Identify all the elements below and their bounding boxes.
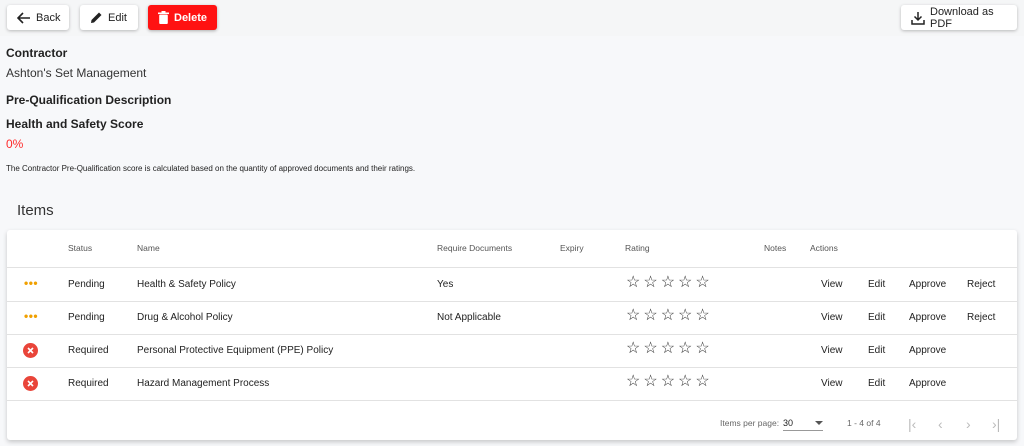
- table-row: ••• Pending Health & Safety Policy Yes ☆…: [7, 269, 1017, 302]
- star-icon[interactable]: ☆: [678, 308, 692, 324]
- pending-dots-icon: •••: [24, 309, 39, 323]
- row-name: Health & Safety Policy: [137, 279, 236, 290]
- next-page-icon[interactable]: ›: [966, 416, 971, 432]
- hs-score-label: Health and Safety Score: [6, 117, 144, 131]
- view-button[interactable]: View: [821, 378, 843, 389]
- rating-stars: ☆ ☆ ☆ ☆ ☆: [626, 374, 710, 390]
- first-page-icon[interactable]: |‹: [908, 416, 916, 432]
- table-row: Required Hazard Management Process ☆ ☆ ☆ ☆ ☆…: [7, 368, 1017, 401]
- star-icon[interactable]: ☆: [643, 308, 657, 324]
- approve-button[interactable]: Approve: [909, 312, 946, 323]
- approve-button[interactable]: Approve: [909, 378, 946, 389]
- star-icon[interactable]: ☆: [626, 341, 640, 357]
- approve-button[interactable]: Approve: [909, 279, 946, 290]
- contractor-value: Ashton's Set Management: [6, 66, 147, 80]
- edit-row-button[interactable]: Edit: [868, 378, 885, 389]
- edit-row-button[interactable]: Edit: [868, 345, 885, 356]
- download-pdf-button[interactable]: Download as PDF: [901, 5, 1017, 30]
- back-button[interactable]: Back: [7, 5, 69, 30]
- items-per-page-select[interactable]: 30: [783, 415, 823, 431]
- arrow-left-icon: [17, 11, 30, 24]
- star-icon[interactable]: ☆: [695, 275, 709, 291]
- required-x-icon: [23, 343, 38, 358]
- row-name: Drug & Alcohol Policy: [137, 312, 233, 323]
- star-icon[interactable]: ☆: [695, 374, 709, 390]
- col-actions: Actions: [810, 243, 838, 253]
- star-icon[interactable]: ☆: [678, 374, 692, 390]
- pending-dots-icon: •••: [24, 276, 39, 290]
- row-status: Pending: [68, 312, 105, 323]
- star-icon[interactable]: ☆: [695, 341, 709, 357]
- row-name: Hazard Management Process: [137, 378, 270, 389]
- table-row: Required Personal Protective Equipment (…: [7, 335, 1017, 368]
- edit-button[interactable]: Edit: [80, 5, 138, 30]
- prev-page-icon[interactable]: ‹: [938, 416, 943, 432]
- items-title: Items: [17, 202, 54, 219]
- row-status: Required: [68, 378, 109, 389]
- row-require-documents: Not Applicable: [437, 312, 501, 323]
- star-icon[interactable]: ☆: [643, 275, 657, 291]
- delete-label: Delete: [174, 11, 208, 24]
- edit-row-button[interactable]: Edit: [868, 279, 885, 290]
- view-button[interactable]: View: [821, 312, 843, 323]
- star-icon[interactable]: ☆: [643, 341, 657, 357]
- approve-button[interactable]: Approve: [909, 345, 946, 356]
- rating-stars: ☆ ☆ ☆ ☆ ☆: [626, 275, 710, 291]
- col-notes: Notes: [764, 243, 787, 253]
- items-table: Status Name Require Documents Expiry Rat…: [7, 230, 1017, 440]
- row-require-documents: Yes: [437, 279, 454, 290]
- star-icon[interactable]: ☆: [643, 374, 657, 390]
- col-rating: Rating: [625, 243, 650, 253]
- reject-button[interactable]: Reject: [967, 312, 995, 323]
- last-page-icon[interactable]: ›|: [992, 416, 1000, 432]
- star-icon[interactable]: ☆: [661, 275, 675, 291]
- edit-row-button[interactable]: Edit: [868, 312, 885, 323]
- view-button[interactable]: View: [821, 345, 843, 356]
- rating-stars: ☆ ☆ ☆ ☆ ☆: [626, 308, 710, 324]
- star-icon[interactable]: ☆: [695, 308, 709, 324]
- star-icon[interactable]: ☆: [678, 341, 692, 357]
- paginator: Items per page: 30 1 - 4 of 4 |‹ ‹ › ›|: [7, 407, 1017, 440]
- items-per-page-label: Items per page:: [720, 418, 780, 428]
- star-icon[interactable]: ☆: [626, 308, 640, 324]
- delete-button[interactable]: Delete: [148, 5, 217, 30]
- col-require-documents: Require Documents: [437, 243, 513, 253]
- rating-stars: ☆ ☆ ☆ ☆ ☆: [626, 341, 710, 357]
- reject-button[interactable]: Reject: [967, 279, 995, 290]
- back-label: Back: [36, 11, 61, 24]
- required-x-icon: [23, 376, 38, 391]
- hs-score-value: 0%: [6, 137, 24, 151]
- download-icon: [911, 11, 925, 25]
- col-status: Status: [68, 243, 93, 253]
- star-icon[interactable]: ☆: [678, 275, 692, 291]
- row-status: Pending: [68, 279, 105, 290]
- score-note: The Contractor Pre-Qualification score i…: [6, 164, 416, 173]
- table-header: Status Name Require Documents Expiry Rat…: [7, 230, 1017, 268]
- pencil-icon: [91, 12, 102, 23]
- items-per-page-value: 30: [783, 418, 794, 428]
- star-icon[interactable]: ☆: [661, 374, 675, 390]
- table-row: ••• Pending Drug & Alcohol Policy Not Ap…: [7, 302, 1017, 335]
- row-name: Personal Protective Equipment (PPE) Poli…: [137, 345, 334, 356]
- chevron-down-icon: [815, 421, 823, 425]
- star-icon[interactable]: ☆: [661, 308, 675, 324]
- trash-icon: [158, 11, 169, 24]
- star-icon[interactable]: ☆: [661, 341, 675, 357]
- col-expiry: Expiry: [560, 243, 584, 253]
- star-icon[interactable]: ☆: [626, 275, 640, 291]
- col-name: Name: [137, 243, 160, 253]
- download-label: Download as PDF: [930, 5, 994, 30]
- edit-label: Edit: [108, 11, 127, 24]
- prequal-description-label: Pre-Qualification Description: [6, 93, 172, 107]
- star-icon[interactable]: ☆: [626, 374, 640, 390]
- view-button[interactable]: View: [821, 279, 843, 290]
- top-toolbar: Back Edit Delete Download as PDF: [0, 0, 1024, 36]
- page-range: 1 - 4 of 4: [847, 418, 881, 428]
- row-status: Required: [68, 345, 109, 356]
- contractor-label: Contractor: [6, 46, 68, 60]
